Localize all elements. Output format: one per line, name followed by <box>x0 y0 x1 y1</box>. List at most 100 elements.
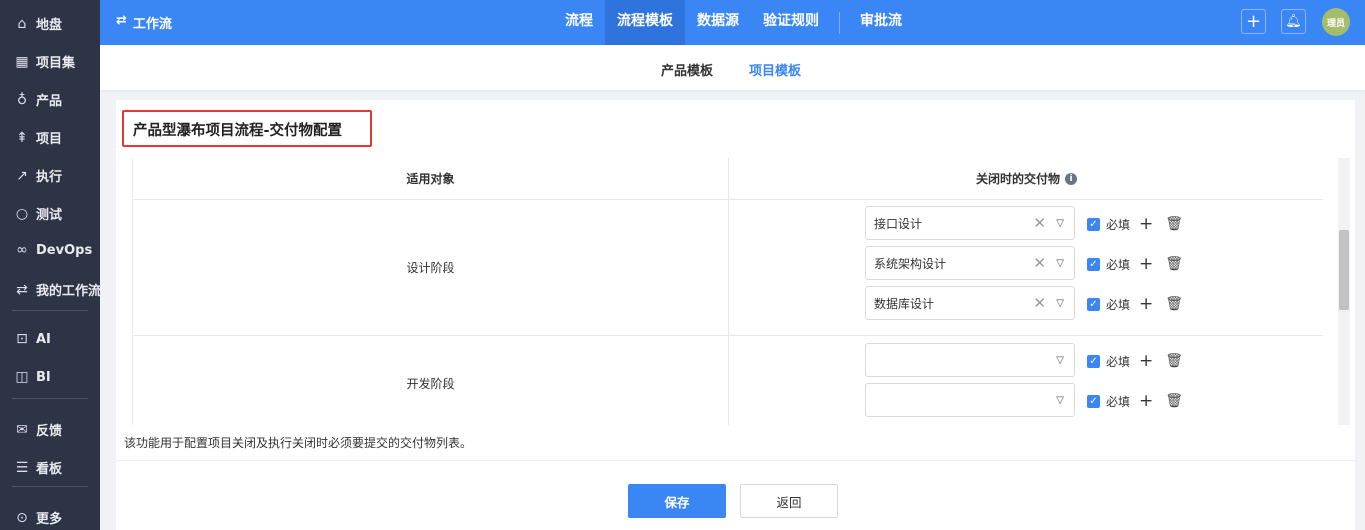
select-value: 系统架构设计 <box>874 256 947 271</box>
trash-icon[interactable]: 🗑︎ <box>1165 393 1183 409</box>
sidebar-item-label: 项目集 <box>36 56 76 71</box>
sub-nav: 产品模板 项目模板 <box>100 45 1365 90</box>
home-icon: ⌂ <box>17 15 27 32</box>
sidebar-item-devops[interactable]: ∞ DevOps <box>14 242 92 258</box>
scrollbar[interactable] <box>1338 158 1350 425</box>
chevron-down-icon: ▽ <box>1056 257 1064 269</box>
back-button[interactable]: 返回 <box>740 484 838 518</box>
sidebar-item-label: 产品 <box>36 94 63 109</box>
sidebar-item-my-workflow[interactable]: ⇄ 我的工作流 <box>14 280 102 300</box>
sidebar-item-label: AI <box>36 331 51 347</box>
clear-icon[interactable]: ✕ <box>1033 254 1046 272</box>
trash-icon[interactable]: 🗑︎ <box>1165 216 1183 232</box>
notification-button[interactable]: 🔔︎ <box>1281 9 1306 34</box>
chart-board-icon: ◫ <box>15 369 29 385</box>
row-actions: ✓ 必填 + 🗑︎ <box>1087 351 1183 371</box>
plus-icon[interactable]: + <box>1139 351 1153 371</box>
row-actions: ✓ 必填 + 🗑︎ <box>1087 254 1183 274</box>
tab-approval-flow[interactable]: 审批流 <box>848 0 914 45</box>
tab-product-template[interactable]: 产品模板 <box>661 60 713 79</box>
divider <box>12 310 88 311</box>
sidebar-item-test[interactable]: ○ 测试 <box>14 204 63 224</box>
tab-project-template[interactable]: 项目模板 <box>749 60 801 79</box>
column-header-deliverables: 关闭时的交付物 i <box>729 158 1323 200</box>
sidebar-item-label: 更多 <box>36 512 63 527</box>
chevron-down-icon: ▽ <box>1056 394 1064 406</box>
tab-flow[interactable]: 流程 <box>553 0 605 45</box>
plus-icon[interactable]: + <box>1139 214 1153 234</box>
kanban-icon: ☰ <box>15 459 29 476</box>
sidebar-item-label: 项目 <box>36 132 63 147</box>
sidebar-item-label: DevOps <box>36 242 93 258</box>
plus-icon: + <box>1245 11 1262 32</box>
sidebar-item-label: 看板 <box>36 462 63 477</box>
sidebar-item-label: 测试 <box>36 208 63 223</box>
select-value: 数据库设计 <box>874 296 935 311</box>
deliverable-select[interactable]: ▽ <box>865 343 1075 377</box>
sidebar-item-execution[interactable]: ↗ 执行 <box>14 166 62 186</box>
app-title[interactable]: ⇄ 工作流 <box>116 13 172 32</box>
trash-icon[interactable]: 🗑︎ <box>1165 353 1183 369</box>
deliverable-select[interactable]: 接口设计 ✕ ▽ <box>865 206 1075 240</box>
scrollbar-thumb[interactable] <box>1339 230 1349 310</box>
sidebar-item-ai[interactable]: ⊡ AI <box>14 331 51 347</box>
tab-flow-template[interactable]: 流程模板 <box>605 0 685 45</box>
sidebar-item-product[interactable]: ♁ 产品 <box>14 90 63 110</box>
required-checkbox[interactable]: ✓ <box>1087 394 1100 408</box>
add-button[interactable]: + <box>1241 9 1266 34</box>
deliverable-select[interactable]: 数据库设计 ✕ ▽ <box>865 286 1075 320</box>
divider <box>12 486 88 487</box>
row-actions: ✓ 必填 + 🗑︎ <box>1087 391 1183 411</box>
required-checkbox[interactable]: ✓ <box>1087 217 1100 231</box>
tab-datasource[interactable]: 数据源 <box>685 0 751 45</box>
grid-icon: ▦ <box>15 53 29 70</box>
clear-icon[interactable]: ✕ <box>1033 294 1046 312</box>
deliverable-select[interactable]: 系统架构设计 ✕ ▽ <box>865 246 1075 280</box>
sidebar-item-bi[interactable]: ◫ BI <box>14 369 50 385</box>
info-icon[interactable]: i <box>1065 172 1077 185</box>
search-icon: ○ <box>15 205 29 222</box>
rocket-icon: ⇞ <box>16 129 28 146</box>
divider <box>839 12 840 34</box>
row-actions: ✓ 必填 + 🗑︎ <box>1087 294 1183 314</box>
required-checkbox[interactable]: ✓ <box>1087 354 1100 368</box>
stage-label: 设计阶段 <box>406 261 455 275</box>
row-divider <box>133 335 1323 336</box>
sidebar-item-feedback[interactable]: ✉ 反馈 <box>14 420 63 440</box>
workflow-icon: ⇄ <box>116 13 127 28</box>
sidebar-item-more[interactable]: ⊙ 更多 <box>14 508 63 528</box>
plus-icon[interactable]: + <box>1139 294 1153 314</box>
sidebar-item-kanban[interactable]: ☰ 看板 <box>14 458 63 478</box>
tab-validation-rules[interactable]: 验证规则 <box>751 0 831 45</box>
avatar[interactable]: 理员 <box>1322 8 1350 36</box>
sidebar-item-program[interactable]: ▦ 项目集 <box>14 52 76 72</box>
column-header-label: 关闭时的交付物 <box>975 172 1060 186</box>
sidebar-item-project[interactable]: ⇞ 项目 <box>14 128 63 148</box>
column-divider <box>728 158 729 425</box>
deliverable-select[interactable]: ▽ <box>865 383 1075 417</box>
workflow-icon: ⇄ <box>16 281 28 298</box>
plus-icon[interactable]: + <box>1139 254 1153 274</box>
required-checkbox[interactable]: ✓ <box>1087 257 1100 271</box>
divider <box>12 398 88 399</box>
sidebar-item-label: 反馈 <box>36 424 63 439</box>
robot-icon: ⊡ <box>16 331 28 347</box>
bell-icon: 🔔︎ <box>1285 14 1302 29</box>
trash-icon[interactable]: 🗑︎ <box>1165 296 1183 312</box>
clear-icon[interactable]: ✕ <box>1033 214 1046 232</box>
run-icon: ↗ <box>16 167 28 184</box>
row-actions: ✓ 必填 + 🗑︎ <box>1087 214 1183 234</box>
page-title: 产品型瀑布项目流程-交付物配置 <box>122 110 372 147</box>
plus-icon[interactable]: + <box>1139 391 1153 411</box>
required-checkbox[interactable]: ✓ <box>1087 297 1100 311</box>
required-label: 必填 <box>1106 257 1131 272</box>
trash-icon[interactable]: 🗑︎ <box>1165 256 1183 272</box>
save-button[interactable]: 保存 <box>628 484 726 518</box>
chevron-down-icon: ▽ <box>1056 217 1064 229</box>
column-header-target: 适用对象 <box>133 158 728 200</box>
app-title-text: 工作流 <box>132 17 172 32</box>
bulb-icon: ♁ <box>16 91 28 108</box>
config-card: 产品型瀑布项目流程-交付物配置 适用对象 关闭时的交付物 i 设计阶段 开发阶段 … <box>116 100 1355 530</box>
sidebar-item-home[interactable]: ⌂ 地盘 <box>14 14 62 34</box>
sidebar-item-label: 我的工作流 <box>36 284 102 299</box>
